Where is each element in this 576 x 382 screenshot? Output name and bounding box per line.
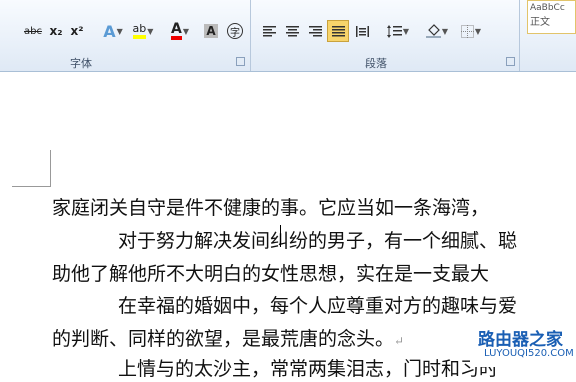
- watermark-logo: 路由器之家 LUYOUQI520.COM: [470, 325, 576, 367]
- chevron-down-icon: ▼: [182, 26, 189, 36]
- watermark-url: LUYOUQI520.COM: [484, 348, 574, 359]
- line-spacing-icon: [386, 24, 402, 38]
- group-divider: [519, 0, 520, 71]
- subscript-button[interactable]: x₂: [47, 21, 65, 41]
- chevron-down-icon: ▼: [402, 26, 410, 36]
- align-right-icon: [308, 25, 322, 36]
- doc-line[interactable]: 上情与的太沙主，常常两集泪志，门时和习时: [118, 356, 498, 382]
- doc-line[interactable]: 对于努力解决发间纠纷的男子，有一个细腻、聪: [118, 228, 517, 254]
- borders-icon: [460, 24, 474, 38]
- style-preview-zh: 正文: [530, 17, 550, 28]
- borders-button[interactable]: ▼: [457, 21, 485, 41]
- watermark-title: 路由器之家: [478, 330, 563, 350]
- text-effects-button[interactable]: A ▼: [100, 21, 126, 41]
- paragraph-group-label: 段落: [365, 57, 387, 70]
- doc-line[interactable]: 在幸福的婚姻中，每个人应尊重对方的趣味与爱: [118, 293, 517, 319]
- chevron-down-icon: ▼: [441, 26, 449, 36]
- shading-button[interactable]: ▼: [423, 21, 451, 41]
- paint-bucket-icon: [425, 24, 441, 38]
- distribute-button[interactable]: [352, 21, 372, 41]
- strikethrough-button[interactable]: abc: [22, 21, 44, 41]
- font-group-label: 字体: [70, 57, 92, 70]
- justify-button[interactable]: [327, 20, 349, 42]
- text-cursor: [280, 225, 281, 247]
- ribbon: abc x₂ x² A ▼ ab ▼ A ▼ A 字 字体 ▼ ▼ ▼ 段落 A…: [0, 0, 576, 72]
- subscript-icon: x₂: [49, 24, 63, 38]
- strikethrough-icon: abc: [24, 25, 42, 37]
- style-preview-text: AaBbCc: [530, 3, 565, 13]
- doc-line[interactable]: 的判断、同样的欲望，是最荒唐的念头。↵: [52, 326, 404, 354]
- align-left-button[interactable]: [259, 21, 279, 41]
- align-right-button[interactable]: [305, 21, 325, 41]
- enclose-char-icon: 字: [227, 23, 243, 39]
- align-center-button[interactable]: [282, 21, 302, 41]
- font-color-icon: A: [171, 22, 182, 40]
- align-left-icon: [262, 25, 276, 36]
- doc-line[interactable]: 助他了解他所不大明白的女性思想，实在是一支最大: [52, 261, 489, 287]
- chevron-down-icon: ▼: [474, 26, 482, 36]
- char-shading-icon: A: [204, 24, 218, 38]
- char-shading-button[interactable]: A: [202, 21, 220, 41]
- align-center-icon: [285, 25, 299, 36]
- text-effects-icon: A: [103, 21, 116, 41]
- font-color-button[interactable]: A ▼: [166, 21, 194, 41]
- chevron-down-icon: ▼: [147, 26, 154, 36]
- enclose-char-button[interactable]: 字: [225, 21, 245, 41]
- justify-icon: [331, 25, 345, 36]
- margin-corner-mark: [12, 186, 51, 187]
- paragraph-mark-icon: ↵: [394, 334, 405, 348]
- highlight-button[interactable]: ab ▼: [129, 21, 157, 41]
- highlight-icon: ab: [132, 23, 147, 39]
- group-divider: [250, 0, 251, 71]
- distribute-icon: [355, 25, 369, 37]
- doc-line-text: 的判断、同样的欲望，是最荒唐的念头。: [52, 328, 395, 350]
- doc-line[interactable]: 家庭闭关自守是件不健康的事。它应当如一条海湾，: [52, 195, 489, 221]
- margin-corner-mark: [50, 150, 51, 187]
- line-spacing-button[interactable]: ▼: [384, 21, 412, 41]
- font-dialog-launcher-icon[interactable]: [236, 57, 245, 66]
- superscript-button[interactable]: x²: [68, 21, 86, 41]
- style-normal[interactable]: AaBbCc 正文: [527, 0, 576, 34]
- chevron-down-icon: ▼: [116, 26, 123, 36]
- paragraph-dialog-launcher-icon[interactable]: [506, 57, 515, 66]
- superscript-icon: x²: [70, 24, 84, 38]
